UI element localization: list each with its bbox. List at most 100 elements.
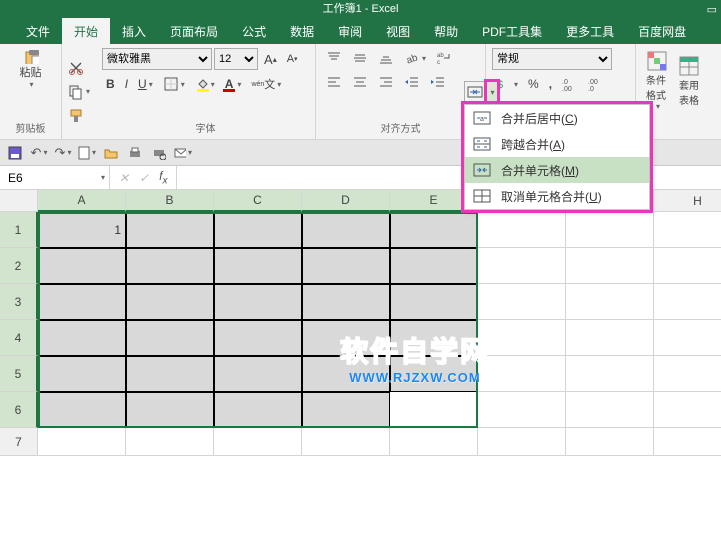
cell-A1[interactable]: 1	[38, 212, 126, 248]
tab-插入[interactable]: 插入	[110, 18, 158, 44]
name-box[interactable]: E6▾	[0, 166, 110, 189]
cell-E7[interactable]	[390, 428, 478, 456]
increase-decimal-button[interactable]: .0.00	[558, 74, 582, 94]
cell-C7[interactable]	[214, 428, 302, 456]
merge-center-item[interactable]: a 合并后居中(C)	[465, 105, 649, 131]
cell-F3[interactable]	[478, 284, 566, 320]
cell-D2[interactable]	[302, 248, 390, 284]
decrease-indent-button[interactable]	[400, 72, 424, 92]
font-color-button[interactable]: A▾	[221, 75, 246, 94]
cell-H3[interactable]	[654, 284, 721, 320]
cell-A5[interactable]	[38, 356, 126, 392]
cell-B7[interactable]	[126, 428, 214, 456]
cell-D1[interactable]	[302, 212, 390, 248]
border-button[interactable]: ▾	[159, 74, 189, 94]
increase-font-button[interactable]: A▴	[260, 50, 281, 69]
tab-公式[interactable]: 公式	[230, 18, 278, 44]
qat-open-button[interactable]	[102, 144, 120, 162]
unmerge-cells-item[interactable]: 取消单元格合并(U)	[465, 183, 649, 209]
cell-H7[interactable]	[654, 428, 721, 456]
col-header-H[interactable]: H	[654, 190, 721, 212]
cell-F2[interactable]	[478, 248, 566, 284]
cell-F7[interactable]	[478, 428, 566, 456]
cell-E5[interactable]	[390, 356, 478, 392]
qat-printpreview-button[interactable]	[150, 144, 168, 162]
cancel-edit-button[interactable]: ✕	[116, 171, 132, 185]
bold-button[interactable]: B	[102, 75, 119, 93]
cell-B1[interactable]	[126, 212, 214, 248]
format-as-table-button[interactable]: 套用 表格	[674, 53, 704, 109]
tab-页面布局[interactable]: 页面布局	[158, 18, 230, 44]
cell-C1[interactable]	[214, 212, 302, 248]
tab-数据[interactable]: 数据	[278, 18, 326, 44]
cell-A4[interactable]	[38, 320, 126, 356]
qat-print-button[interactable]	[126, 144, 144, 162]
select-all-corner[interactable]	[0, 190, 38, 212]
cell-F6[interactable]	[478, 392, 566, 428]
row-header-4[interactable]: 4	[0, 320, 38, 356]
paste-button[interactable]: 粘贴▾	[6, 48, 55, 89]
tab-百度网盘[interactable]: 百度网盘	[626, 18, 698, 44]
underline-button[interactable]: U▾	[134, 75, 157, 93]
qat-save-button[interactable]	[6, 144, 24, 162]
row-header-6[interactable]: 6	[0, 392, 38, 428]
cell-D3[interactable]	[302, 284, 390, 320]
col-header-D[interactable]: D	[302, 190, 390, 212]
cell-D5[interactable]	[302, 356, 390, 392]
font-size-select[interactable]: 12	[214, 48, 258, 70]
merge-cells-item[interactable]: 合并单元格(M)	[465, 157, 649, 183]
cell-A6[interactable]	[38, 392, 126, 428]
cell-B3[interactable]	[126, 284, 214, 320]
row-header-7[interactable]: 7	[0, 428, 38, 456]
cell-F1[interactable]	[478, 212, 566, 248]
cell-C2[interactable]	[214, 248, 302, 284]
qat-email-button[interactable]: ▾	[174, 144, 192, 162]
cell-E1[interactable]	[390, 212, 478, 248]
align-top-button[interactable]	[322, 48, 346, 68]
cell-G6[interactable]	[566, 392, 654, 428]
cell-D7[interactable]	[302, 428, 390, 456]
tab-文件[interactable]: 文件	[14, 18, 62, 44]
cell-H1[interactable]	[654, 212, 721, 248]
col-header-B[interactable]: B	[126, 190, 214, 212]
number-format-select[interactable]: 常规	[492, 48, 612, 70]
cell-H4[interactable]	[654, 320, 721, 356]
tab-更多工具[interactable]: 更多工具	[554, 18, 626, 44]
cell-H2[interactable]	[654, 248, 721, 284]
cell-C5[interactable]	[214, 356, 302, 392]
cell-G5[interactable]	[566, 356, 654, 392]
tab-视图[interactable]: 视图	[374, 18, 422, 44]
row-header-3[interactable]: 3	[0, 284, 38, 320]
cell-G1[interactable]	[566, 212, 654, 248]
cell-B2[interactable]	[126, 248, 214, 284]
cut-button[interactable]	[64, 58, 94, 78]
cell-F4[interactable]	[478, 320, 566, 356]
cell-H5[interactable]	[654, 356, 721, 392]
row-header-5[interactable]: 5	[0, 356, 38, 392]
tab-帮助[interactable]: 帮助	[422, 18, 470, 44]
cell-E4[interactable]	[390, 320, 478, 356]
cell-A7[interactable]	[38, 428, 126, 456]
cell-E2[interactable]	[390, 248, 478, 284]
col-header-C[interactable]: C	[214, 190, 302, 212]
cell-B6[interactable]	[126, 392, 214, 428]
cell-G7[interactable]	[566, 428, 654, 456]
col-header-A[interactable]: A	[38, 190, 126, 212]
cell-G4[interactable]	[566, 320, 654, 356]
row-header-1[interactable]: 1	[0, 212, 38, 248]
row-header-2[interactable]: 2	[0, 248, 38, 284]
cell-H6[interactable]	[654, 392, 721, 428]
cell-A2[interactable]	[38, 248, 126, 284]
cell-B5[interactable]	[126, 356, 214, 392]
italic-button[interactable]: I	[121, 75, 132, 93]
cell-D6[interactable]	[302, 392, 390, 428]
chevron-down-icon[interactable]: ▾	[101, 173, 105, 182]
percent-button[interactable]: %	[524, 75, 543, 93]
font-name-select[interactable]: 微软雅黑	[102, 48, 212, 70]
tab-审阅[interactable]: 审阅	[326, 18, 374, 44]
insert-function-button[interactable]: fx	[156, 169, 170, 186]
align-left-button[interactable]	[322, 72, 346, 92]
align-middle-button[interactable]	[348, 48, 372, 68]
merge-across-item[interactable]: 跨越合并(A)	[465, 131, 649, 157]
qat-new-button[interactable]: ▾	[78, 144, 96, 162]
